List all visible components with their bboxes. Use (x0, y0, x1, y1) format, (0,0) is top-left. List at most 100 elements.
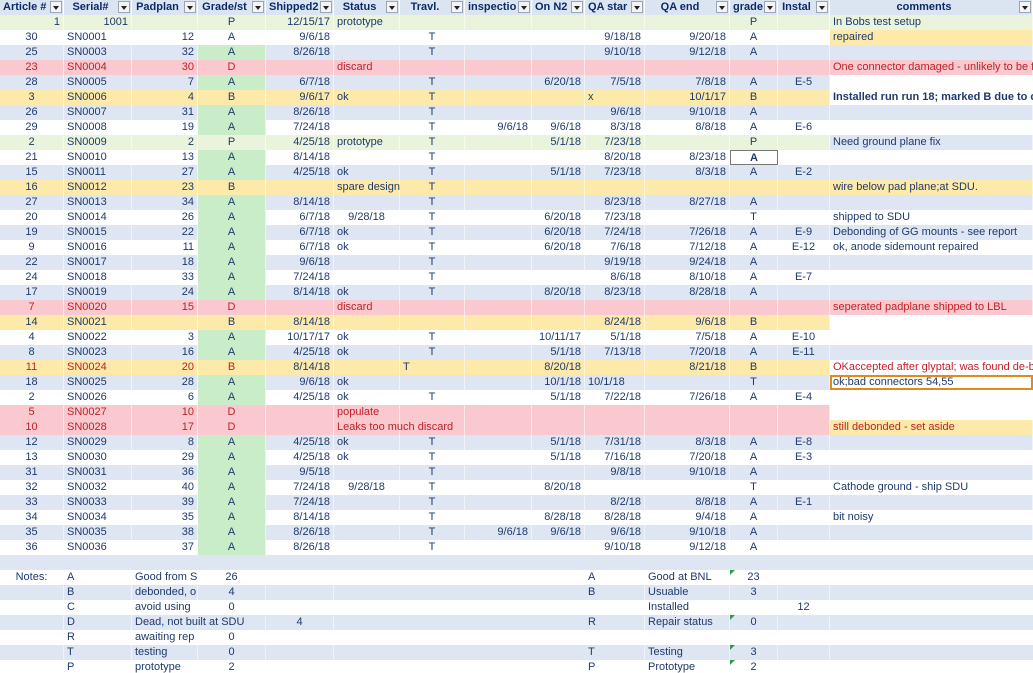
cell-qe[interactable] (645, 480, 730, 495)
cell-sh[interactable]: 4/25/18 (266, 390, 334, 405)
column-header[interactable]: comments (830, 0, 1033, 15)
cell-sh[interactable]: 6/7/18 (266, 240, 334, 255)
cell-qe[interactable]: 7/26/18 (645, 390, 730, 405)
cell-il[interactable] (778, 510, 830, 525)
cell-s[interactable]: SN0005 (64, 75, 132, 90)
column-header[interactable]: grade (730, 0, 778, 15)
cell-tr[interactable]: T (400, 510, 465, 525)
cell-gr[interactable] (730, 300, 778, 315)
cell-gr[interactable]: A (730, 195, 778, 210)
cell-in[interactable] (465, 255, 532, 270)
cell-cm[interactable]: shipped to SDU (830, 210, 1033, 225)
cell-a[interactable]: 35 (0, 525, 64, 540)
notes-rcount[interactable]: 2 (730, 660, 778, 673)
cell-a[interactable]: 23 (0, 60, 64, 75)
cell-cm[interactable]: wire below pad plane;at SDU. (830, 180, 1033, 195)
cell-a[interactable]: 2 (0, 390, 64, 405)
notes-rcount[interactable]: 23 (730, 570, 778, 585)
cell-cm[interactable] (830, 195, 1033, 210)
cell-qe[interactable]: 9/10/18 (645, 525, 730, 540)
cell-p[interactable]: 35 (132, 510, 198, 525)
cell-p[interactable]: 10 (132, 405, 198, 420)
cell-il[interactable] (778, 30, 830, 45)
cell-g[interactable]: D (198, 405, 266, 420)
cell-p[interactable]: 23 (132, 180, 198, 195)
cell-g[interactable]: D (198, 60, 266, 75)
notes-code[interactable]: A (64, 570, 132, 585)
cell-g[interactable]: A (198, 150, 266, 165)
cell-in[interactable] (465, 330, 532, 345)
cell-tr[interactable]: T (400, 165, 465, 180)
cell-in[interactable] (465, 420, 532, 435)
cell-s[interactable]: SN0032 (64, 480, 132, 495)
cell-in[interactable] (465, 315, 532, 330)
cell-in[interactable] (465, 300, 532, 315)
cell-p[interactable]: 8 (132, 435, 198, 450)
cell-gr[interactable]: A (730, 450, 778, 465)
notes-rextra[interactable] (778, 570, 830, 585)
cell-gr[interactable] (730, 420, 778, 435)
cell-qs[interactable]: 8/23/18 (585, 195, 645, 210)
cell-qe[interactable]: 7/26/18 (645, 225, 730, 240)
cell-tr[interactable] (400, 60, 465, 75)
column-header[interactable]: Shipped2 (266, 0, 334, 15)
cell-il[interactable] (778, 135, 830, 150)
cell-n2[interactable]: 6/20/18 (532, 240, 585, 255)
cell-sh[interactable]: 9/6/18 (266, 30, 334, 45)
cell-sh[interactable]: 8/14/18 (266, 510, 334, 525)
column-header[interactable]: Article # (0, 0, 64, 15)
cell-qe[interactable]: 9/12/18 (645, 540, 730, 555)
cell-st[interactable]: ok (334, 90, 400, 105)
cell-gr[interactable]: P (730, 135, 778, 150)
cell-st[interactable] (334, 495, 400, 510)
filter-dropdown-icon[interactable] (716, 1, 728, 13)
cell-g[interactable]: A (198, 75, 266, 90)
cell-qe[interactable]: 9/10/18 (645, 105, 730, 120)
cell-in[interactable] (465, 510, 532, 525)
cell-n2[interactable] (532, 495, 585, 510)
cell-st[interactable]: 9/28/18 (334, 480, 400, 495)
cell-s[interactable]: SN0003 (64, 45, 132, 60)
cell-cm[interactable]: Installed run run 18; marked B due to co… (830, 90, 1033, 105)
cell-g[interactable]: B (198, 360, 266, 375)
cell-sh[interactable]: 4/25/18 (266, 165, 334, 180)
cell-qe[interactable]: 8/10/18 (645, 270, 730, 285)
cell-p[interactable]: 36 (132, 465, 198, 480)
cell-g[interactable]: A (198, 225, 266, 240)
cell-tr[interactable]: T (400, 225, 465, 240)
cell-cm[interactable] (830, 165, 1033, 180)
notes-rcode[interactable]: P (585, 660, 645, 673)
cell-g[interactable]: A (198, 270, 266, 285)
notes-count[interactable]: 26 (198, 570, 266, 585)
cell-g[interactable]: D (198, 300, 266, 315)
cell-st[interactable] (334, 195, 400, 210)
filter-dropdown-icon[interactable] (50, 1, 62, 13)
cell-tr[interactable]: T (400, 525, 465, 540)
cell-tr[interactable]: T (400, 150, 465, 165)
notes-rcode[interactable] (585, 600, 645, 615)
cell-qs[interactable] (585, 360, 645, 375)
cell-in[interactable] (465, 45, 532, 60)
cell-cm[interactable]: One connector damaged - unlikely to be f… (830, 60, 1033, 75)
cell-s[interactable]: SN0015 (64, 225, 132, 240)
notes-extra[interactable] (266, 645, 334, 660)
cell-sh[interactable] (266, 405, 334, 420)
cell-il[interactable]: E-11 (778, 345, 830, 360)
cell-sh[interactable]: 8/26/18 (266, 540, 334, 555)
cell-tr[interactable] (400, 375, 465, 390)
cell-cm[interactable]: In Bobs test setup (830, 15, 1033, 30)
cell-s[interactable]: SN0030 (64, 450, 132, 465)
cell-il[interactable]: E-9 (778, 225, 830, 240)
cell-qe[interactable]: 8/3/18 (645, 165, 730, 180)
cell-gr[interactable]: T (730, 480, 778, 495)
filter-dropdown-icon[interactable] (571, 1, 583, 13)
cell-gr[interactable]: A (730, 225, 778, 240)
notes-rcount[interactable] (730, 630, 778, 645)
cell-il[interactable] (778, 315, 830, 330)
cell-s[interactable]: SN0034 (64, 510, 132, 525)
cell-n2[interactable] (532, 90, 585, 105)
cell-a[interactable]: 11 (0, 360, 64, 375)
cell-qs[interactable]: 9/6/18 (585, 105, 645, 120)
cell-a[interactable]: 10 (0, 420, 64, 435)
cell-qe[interactable]: 8/8/18 (645, 120, 730, 135)
